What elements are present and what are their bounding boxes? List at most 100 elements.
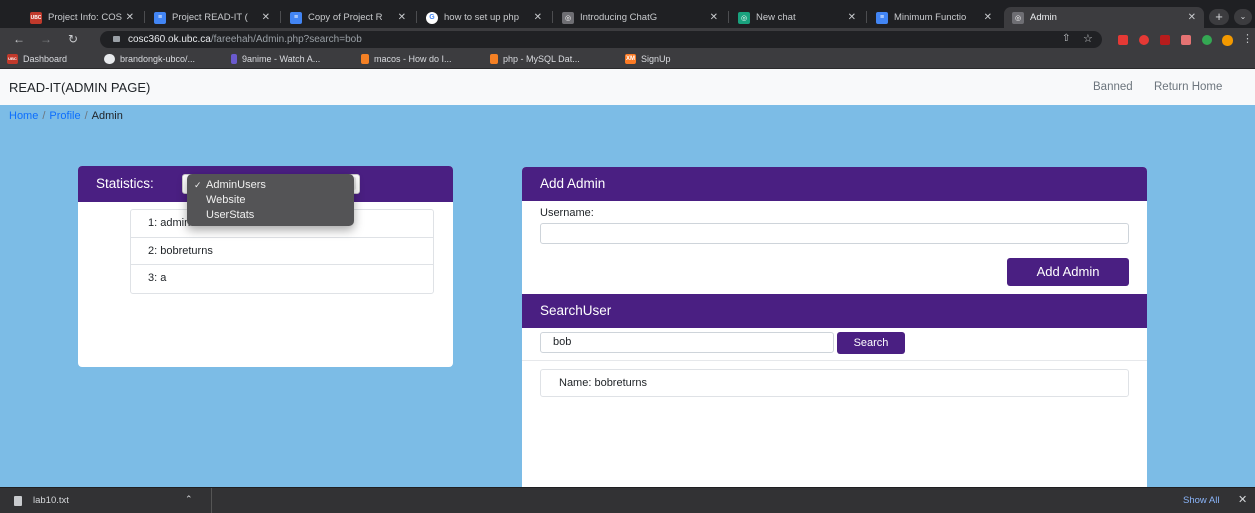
checkmark-icon: ✓: [194, 180, 202, 190]
extension-icon[interactable]: [1139, 35, 1149, 45]
browser-tab[interactable]: ≡ Copy of Project R ✕: [282, 7, 414, 28]
browser-tab-strip: UBC Project Info: COSC ✕ ≡ Project READ-…: [0, 0, 1255, 28]
close-tab-icon[interactable]: ✕: [848, 12, 856, 23]
bookmark-label: php - MySQL Dat...: [503, 54, 580, 64]
search-input[interactable]: bob: [540, 332, 834, 353]
tab-label: New chat: [756, 12, 796, 23]
bookmark-label: macos - How do I...: [374, 54, 452, 64]
dropdown-option-userstats[interactable]: UserStats: [187, 208, 354, 223]
close-tab-icon[interactable]: ✕: [262, 12, 270, 23]
statistics-title: Statistics:: [96, 176, 154, 191]
statistics-dropdown-menu: ✓ AdminUsers Website UserStats: [187, 174, 354, 226]
option-label: Website: [206, 194, 246, 206]
stackoverflow-favicon-icon: [490, 54, 498, 64]
option-label: AdminUsers: [206, 179, 266, 191]
close-icon[interactable]: ✕: [1238, 493, 1247, 506]
url-path: /fareehah/Admin.php?search=bob: [210, 34, 362, 45]
file-icon: [14, 496, 22, 506]
browser-tab[interactable]: ≡ Minimum Functio ✕: [868, 7, 1000, 28]
close-tab-icon[interactable]: ✕: [534, 12, 542, 23]
bookmark-label: SignUp: [641, 54, 671, 64]
option-label: UserStats: [206, 209, 255, 221]
bookmark-label: brandongk-ubco/...: [120, 54, 196, 64]
google-favicon-icon: G: [426, 11, 438, 24]
close-tab-icon[interactable]: ✕: [984, 12, 992, 23]
bookmark-item[interactable]: macos - How do I...: [361, 54, 452, 64]
profile-avatar-icon[interactable]: [1222, 35, 1233, 46]
divider: [522, 360, 1147, 361]
brand-title[interactable]: READ-IT(ADMIN PAGE): [9, 80, 150, 95]
reload-icon[interactable]: ↻: [68, 32, 78, 46]
extension-icon[interactable]: [1160, 35, 1170, 45]
bookmark-item[interactable]: XM SignUp: [625, 54, 671, 64]
download-filename: lab10.txt: [33, 495, 69, 506]
tab-search-button[interactable]: ⌄: [1234, 9, 1252, 25]
browser-menu-icon[interactable]: ⋮: [1242, 32, 1253, 46]
bookmarks-bar: UBC Dashboard brandongk-ubco/... 9anime …: [0, 51, 1255, 69]
download-item[interactable]: lab10.txt ⌃: [0, 488, 212, 513]
lock-icon[interactable]: [113, 36, 120, 42]
add-admin-card: Add Admin Username: Add Admin: [522, 167, 1147, 294]
docs-favicon-icon: ≡: [154, 11, 166, 24]
browser-toolbar: ← → ↻ cosc360.ok.ubc.ca/fareehah/Admin.p…: [0, 28, 1255, 51]
chevron-up-icon[interactable]: ⌃: [185, 494, 193, 505]
search-user-card: SearchUser bob Search Name: bobreturns: [522, 294, 1147, 487]
browser-tab[interactable]: ≡ Project READ-IT ( ✕: [146, 7, 278, 28]
nav-link-banned[interactable]: Banned: [1093, 81, 1133, 93]
share-icon[interactable]: ⇧: [1062, 32, 1070, 46]
browser-tab[interactable]: UBC Project Info: COSC ✕: [22, 7, 142, 28]
show-all-downloads-link[interactable]: Show All: [1183, 495, 1219, 506]
username-field[interactable]: [540, 223, 1129, 244]
docs-favicon-icon: ≡: [876, 11, 888, 24]
tab-divider: [416, 11, 417, 23]
browser-tab[interactable]: ◎ Introducing ChatG ✕: [554, 7, 726, 28]
list-item: 3: a: [148, 272, 167, 284]
search-user-header: SearchUser: [522, 294, 1147, 328]
list-item: 2: bobreturns: [131, 238, 433, 265]
new-tab-button[interactable]: +: [1209, 9, 1229, 25]
breadcrumb-home[interactable]: Home: [9, 110, 38, 122]
bookmark-label: Dashboard: [23, 54, 68, 64]
bookmark-item[interactable]: UBC Dashboard: [7, 54, 67, 64]
tab-divider: [280, 11, 281, 23]
breadcrumb-profile[interactable]: Profile: [49, 110, 80, 122]
tab-divider: [144, 11, 145, 23]
address-bar[interactable]: cosc360.ok.ubc.ca/fareehah/Admin.php?sea…: [100, 31, 1102, 48]
bookmark-label: 9anime - Watch A...: [242, 54, 321, 64]
breadcrumb: Home / Profile / Admin: [9, 110, 123, 122]
tab-label: Project Info: COSC: [48, 12, 122, 23]
breadcrumb-current: Admin: [91, 110, 123, 122]
add-admin-header: Add Admin: [522, 167, 1147, 201]
dropdown-option-website[interactable]: Website: [187, 193, 354, 208]
bookmark-item[interactable]: 9anime - Watch A...: [231, 54, 320, 64]
extension-icon[interactable]: [1181, 35, 1191, 45]
ubc-favicon-icon: UBC: [7, 54, 18, 64]
close-tab-icon[interactable]: ✕: [126, 12, 134, 23]
add-admin-button[interactable]: Add Admin: [1007, 258, 1129, 286]
dropdown-option-adminusers[interactable]: ✓ AdminUsers: [187, 178, 354, 193]
download-shelf: lab10.txt ⌃ Show All ✕: [0, 487, 1255, 513]
tab-label: Minimum Functio: [894, 12, 967, 23]
openai-favicon-icon: ◎: [562, 11, 574, 24]
bookmark-star-icon[interactable]: ☆: [1083, 32, 1093, 46]
extension-icon[interactable]: [1202, 35, 1212, 45]
extension-icon[interactable]: [1118, 35, 1128, 45]
admin-favicon-icon: ◎: [1012, 11, 1024, 24]
back-arrow-icon[interactable]: ←: [13, 32, 25, 46]
browser-tab[interactable]: G how to set up php ✕: [418, 7, 550, 28]
tab-label: Introducing ChatG: [580, 12, 658, 23]
nav-link-return-home[interactable]: Return Home: [1154, 81, 1222, 93]
bookmark-item[interactable]: brandongk-ubco/...: [104, 54, 195, 64]
close-tab-icon[interactable]: ✕: [398, 12, 406, 23]
browser-tab[interactable]: ◎ New chat ✕: [730, 7, 864, 28]
bookmark-item[interactable]: php - MySQL Dat...: [490, 54, 580, 64]
stackoverflow-favicon-icon: [361, 54, 369, 64]
browser-tab-active[interactable]: ◎ Admin ✕: [1004, 7, 1204, 28]
page-navbar: READ-IT(ADMIN PAGE) Banned Return Home: [0, 69, 1255, 105]
tab-label: Admin: [1030, 12, 1057, 23]
xampp-favicon-icon: XM: [625, 54, 636, 64]
close-tab-icon[interactable]: ✕: [1188, 12, 1196, 23]
close-tab-icon[interactable]: ✕: [710, 12, 718, 23]
search-button[interactable]: Search: [837, 332, 905, 354]
forward-arrow-icon[interactable]: →: [40, 32, 52, 46]
